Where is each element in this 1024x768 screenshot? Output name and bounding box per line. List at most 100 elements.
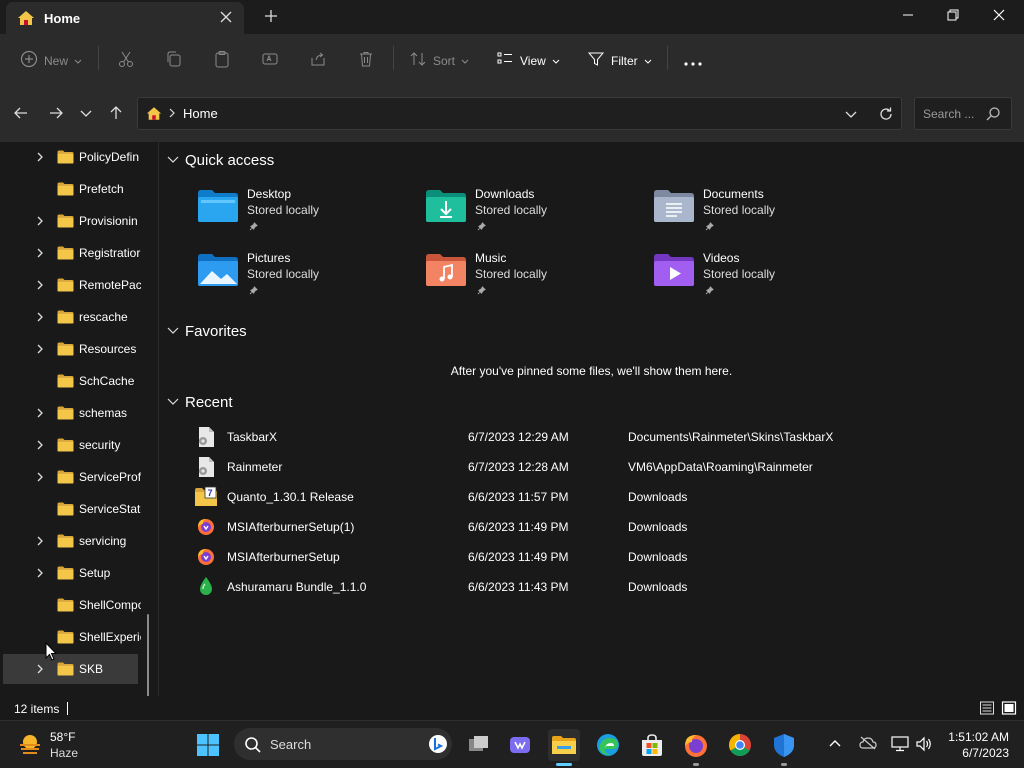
onedrive-offline-icon[interactable] [859, 736, 877, 753]
file-explorer-app-icon[interactable] [548, 729, 580, 761]
bing-icon[interactable] [428, 734, 448, 757]
sidebar-item[interactable]: Setup [0, 558, 150, 588]
clock-date[interactable]: 6/7/2023 [947, 746, 1009, 760]
tiles-view-icon[interactable] [1001, 700, 1017, 719]
recent-item[interactable]: Rainmeter 6/7/2023 12:28 AM VM6\AppData\Ro… [194, 452, 954, 482]
forward-icon[interactable] [48, 105, 64, 124]
task-view-icon[interactable] [462, 729, 494, 761]
rename-button[interactable] [261, 50, 279, 71]
volume-icon[interactable] [915, 736, 933, 755]
firefox-browser-icon[interactable] [680, 729, 712, 761]
chevron-right-icon[interactable] [35, 151, 45, 166]
sidebar-item[interactable]: security [0, 430, 150, 460]
chevron-right-icon[interactable] [35, 471, 45, 486]
title-bar: Home [0, 0, 1024, 34]
sidebar-item[interactable]: ShellExperie [0, 622, 150, 652]
network-icon[interactable] [891, 736, 909, 755]
microsoft-store-icon[interactable] [636, 729, 668, 761]
chevron-right-icon[interactable] [35, 215, 45, 230]
sidebar-item[interactable]: schemas [0, 398, 150, 428]
chevron-right-icon[interactable] [35, 535, 45, 550]
quick-access-music[interactable]: Music Stored locally [425, 251, 625, 307]
filter-button[interactable]: Filter [587, 50, 652, 71]
quick-access-documents[interactable]: Documents Stored locally [653, 187, 853, 243]
recent-item[interactable]: MSIAfterburnerSetup 6/6/2023 11:49 PM Down… [194, 542, 954, 572]
sidebar-item[interactable]: servicing [0, 526, 150, 556]
new-button[interactable]: New [20, 50, 82, 71]
sidebar-item[interactable]: Resources [0, 334, 150, 364]
recent-header[interactable]: Recent [167, 394, 233, 411]
close-tab-icon[interactable] [219, 10, 233, 27]
taskbar-search[interactable]: Search [234, 728, 452, 760]
sidebar-item[interactable]: SKB [3, 654, 138, 684]
paste-button[interactable] [213, 50, 231, 71]
clock-time[interactable]: 1:51:02 AM [947, 730, 1009, 744]
recent-locations-icon[interactable] [80, 108, 92, 122]
sidebar-item[interactable]: SchCache [0, 366, 150, 396]
chevron-up-icon[interactable] [828, 736, 842, 753]
recent-item[interactable]: 7 Quanto_1.30.1 Release 6/6/2023 11:57 PM D… [194, 482, 954, 512]
chevron-right-icon[interactable] [35, 279, 45, 294]
quick-access-downloads[interactable]: Downloads Stored locally [425, 187, 625, 243]
new-tab-icon[interactable] [263, 8, 279, 27]
quick-access-pictures[interactable]: Pictures Stored locally [197, 251, 397, 307]
recent-item[interactable]: Ashuramaru Bundle_1.1.0 6/6/2023 11:43 PM… [194, 572, 954, 602]
breadcrumb-home[interactable]: Home [183, 106, 218, 121]
back-icon[interactable] [13, 105, 29, 124]
quick-access-desktop[interactable]: Desktop Stored locally [197, 187, 397, 243]
view-button[interactable]: View [496, 50, 560, 71]
favorites-header[interactable]: Favorites [167, 323, 247, 340]
address-history-icon[interactable] [845, 109, 857, 123]
search-icon[interactable] [985, 106, 1001, 125]
start-button[interactable] [192, 729, 224, 761]
chevron-right-icon[interactable] [35, 407, 45, 422]
edge-browser-icon[interactable] [592, 729, 624, 761]
sidebar-item[interactable]: RemotePac [0, 270, 150, 300]
sidebar-item[interactable]: ShellCompo [0, 590, 150, 620]
search-input[interactable]: Search ... [914, 97, 1012, 130]
recent-item[interactable]: MSIAfterburnerSetup(1) 6/6/2023 11:49 PM D… [194, 512, 954, 542]
refresh-icon[interactable] [878, 106, 894, 125]
chat-app-icon[interactable] [504, 729, 536, 761]
weather-description[interactable]: Haze [50, 746, 78, 760]
share-button[interactable] [309, 50, 327, 71]
chevron-right-icon[interactable] [35, 247, 45, 262]
up-icon[interactable] [108, 105, 124, 124]
weather-temperature[interactable]: 58°F [50, 730, 75, 744]
chevron-right-icon[interactable] [35, 567, 45, 582]
sidebar-item[interactable]: Prefetch [0, 174, 150, 204]
sidebar-item-label: schemas [79, 406, 128, 420]
chevron-down-icon [74, 54, 82, 68]
navigation-pane-scrollbar[interactable] [147, 614, 149, 696]
new-label: New [44, 53, 69, 68]
chevron-right-icon[interactable] [35, 311, 45, 326]
minimize-icon[interactable] [900, 7, 916, 26]
address-bar[interactable]: Home [137, 97, 902, 130]
sidebar-item[interactable]: PolicyDefin [0, 142, 150, 172]
chevron-right-icon[interactable] [35, 343, 45, 358]
details-view-icon[interactable] [979, 700, 995, 719]
sidebar-item[interactable]: ServiceState [0, 494, 150, 524]
chevron-right-icon[interactable] [35, 663, 45, 678]
breadcrumb-chevron-icon[interactable] [168, 108, 176, 121]
quick-access-videos[interactable]: Videos Stored locally [653, 251, 853, 307]
sort-button[interactable]: Sort [409, 50, 469, 71]
recent-item[interactable]: TaskbarX 6/7/2023 12:29 AM Documents\Rainm… [194, 422, 954, 452]
restore-icon[interactable] [945, 7, 961, 26]
windows-security-icon[interactable] [768, 729, 800, 761]
quick-access-header[interactable]: Quick access [167, 152, 274, 169]
weather-haze-icon[interactable] [17, 731, 43, 760]
cut-button[interactable] [117, 50, 135, 71]
copy-button[interactable] [165, 50, 183, 71]
navigation-pane[interactable]: PolicyDefin Prefetch Provisionin Registrati… [0, 142, 158, 696]
close-window-icon[interactable] [991, 7, 1007, 26]
sidebar-item[interactable]: rescache [0, 302, 150, 332]
chevron-right-icon[interactable] [35, 439, 45, 454]
more-options-button[interactable] [684, 56, 702, 70]
sidebar-item[interactable]: Provisionin [0, 206, 150, 236]
sidebar-item[interactable]: Registratior [0, 238, 150, 268]
chrome-browser-icon[interactable] [724, 729, 756, 761]
tab-home[interactable]: Home [6, 2, 244, 34]
delete-button[interactable] [357, 50, 375, 71]
sidebar-item[interactable]: ServiceProf [0, 462, 150, 492]
